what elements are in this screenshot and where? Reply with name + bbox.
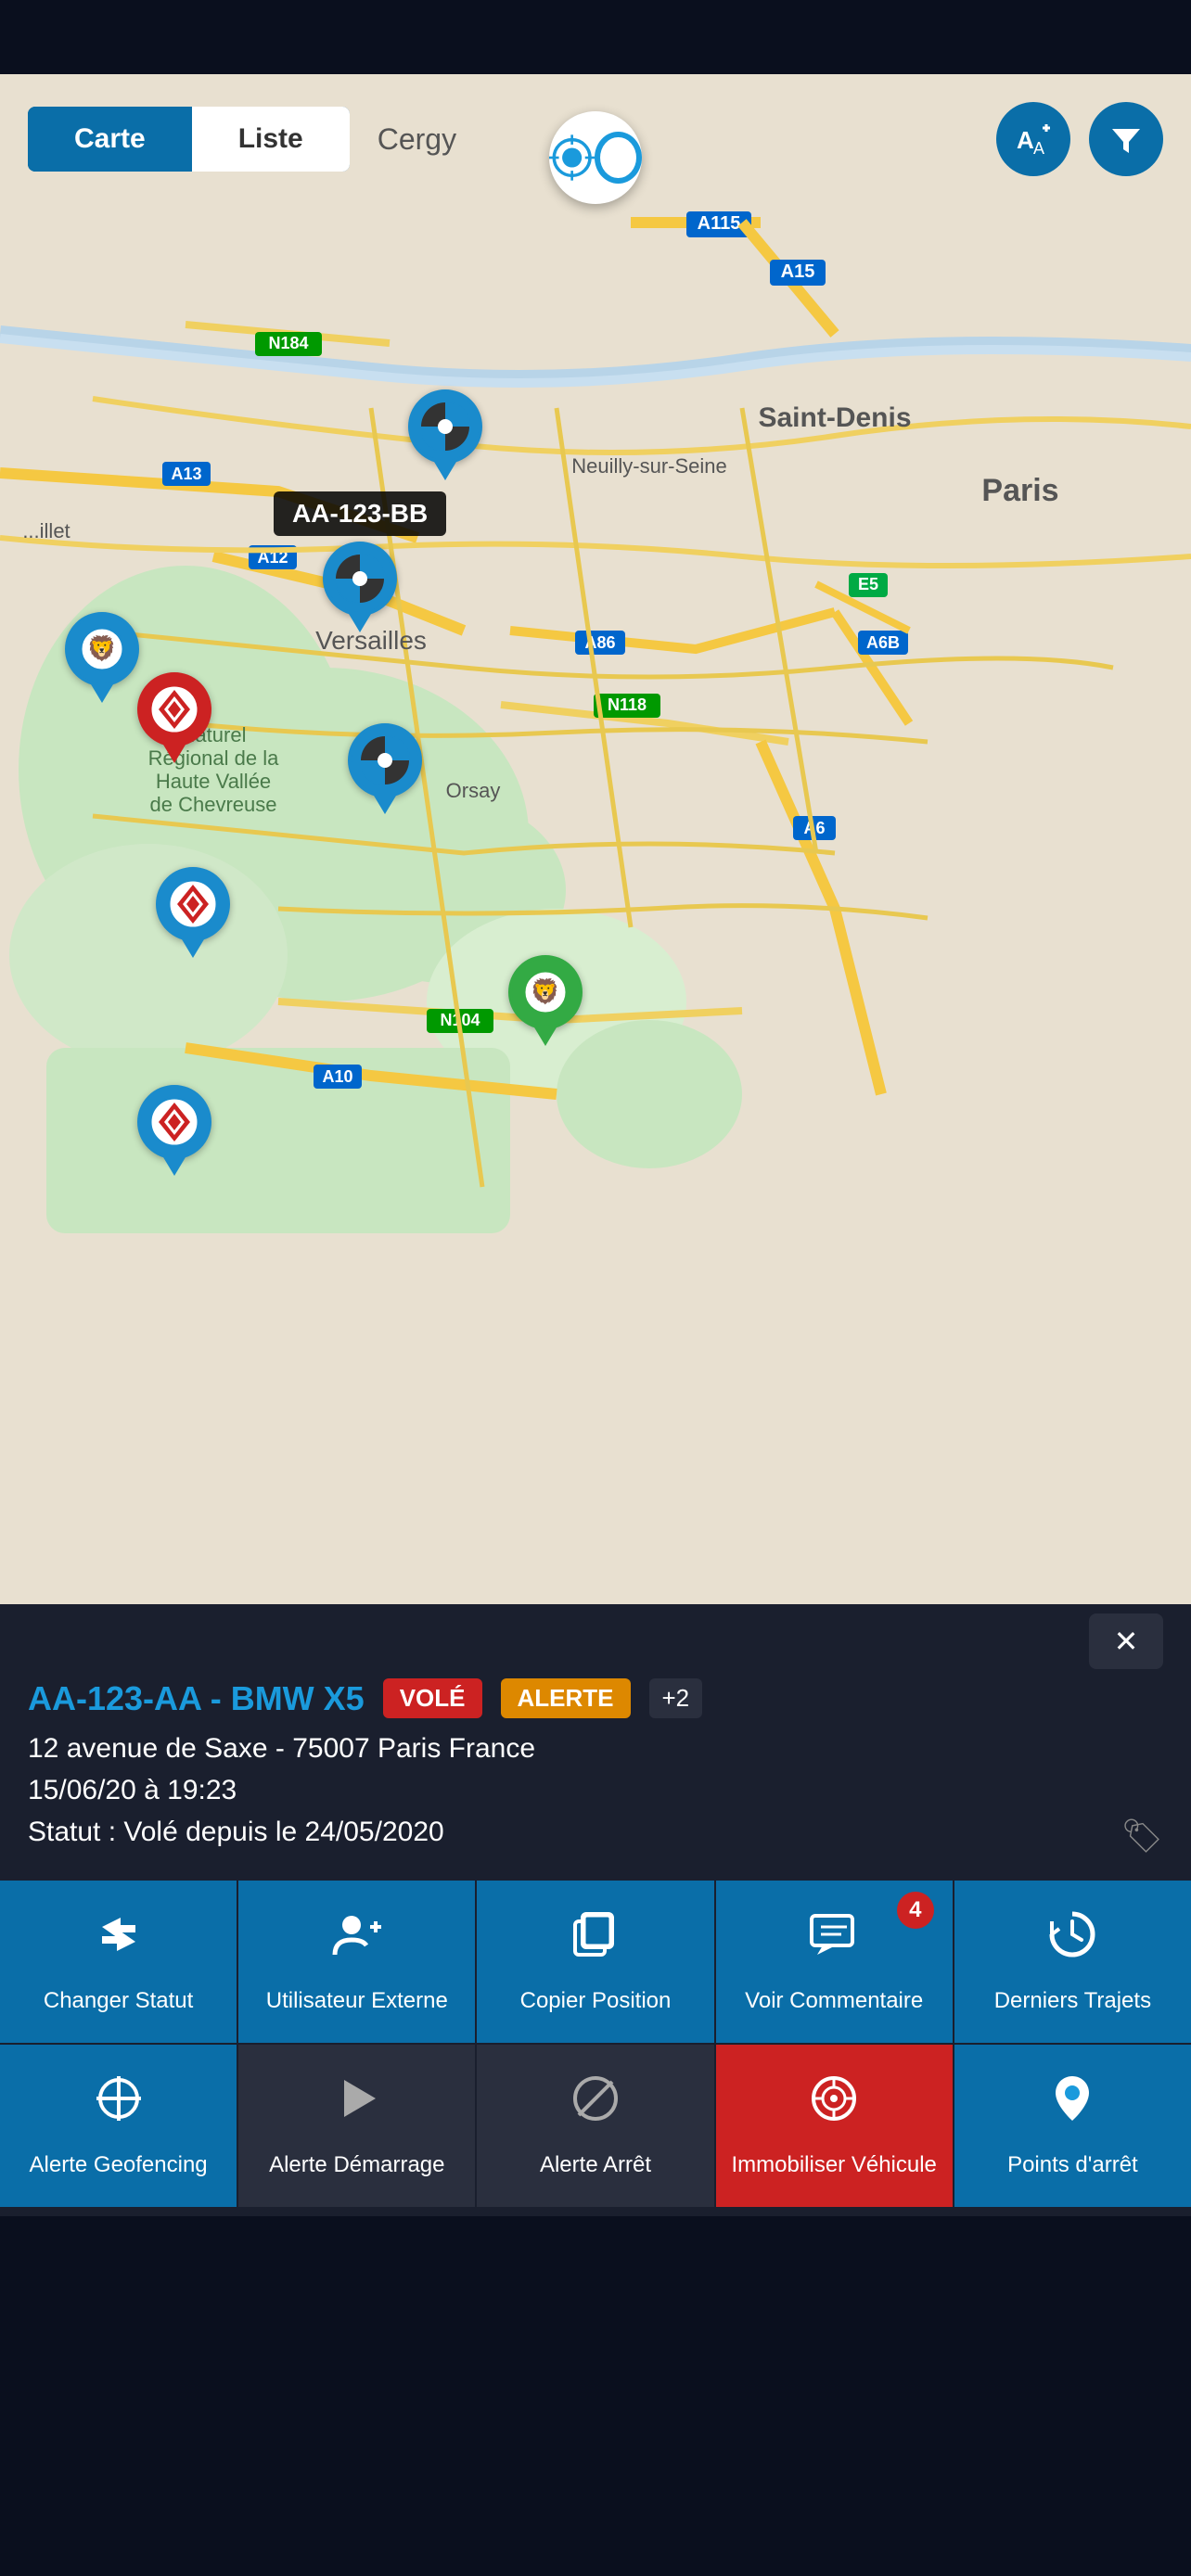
map-pin-bmw1[interactable]: [408, 389, 482, 480]
svg-text:🦁: 🦁: [531, 977, 560, 1005]
alerte-arret-icon: [570, 2072, 621, 2136]
vehicle-info: AA-123-AA - BMW X5 VOLÉ ALERTE +2 12 ave…: [0, 1669, 1191, 1871]
svg-text:de Chevreuse: de Chevreuse: [150, 793, 277, 816]
tab-carte[interactable]: Carte: [28, 107, 192, 172]
bottom-panel: ✕ AA-123-AA - BMW X5 VOLÉ ALERTE +2 12 a…: [0, 1604, 1191, 2216]
alerte-demarrage-icon: [331, 2072, 383, 2136]
close-button[interactable]: ✕: [1089, 1613, 1163, 1669]
commentaire-badge: 4: [897, 1892, 934, 1929]
map-pin-peugeot2[interactable]: 🦁: [508, 955, 583, 1046]
svg-text:Haute Vallée: Haute Vallée: [156, 770, 271, 793]
alerte-geofencing-icon: [93, 2072, 145, 2136]
svg-text:...illet: ...illet: [22, 519, 70, 542]
derniers-trajets-label: Derniers Trajets: [994, 1986, 1151, 2015]
action-utilisateur-externe[interactable]: Utilisateur Externe: [238, 1881, 475, 2043]
svg-text:N184: N184: [268, 334, 308, 352]
action-derniers-trajets[interactable]: Derniers Trajets: [954, 1881, 1191, 2043]
view-tab-group: Carte Liste: [28, 107, 350, 172]
map-pin-renault3[interactable]: [137, 1085, 211, 1176]
map-pin-renault2[interactable]: [156, 867, 230, 958]
alerte-arret-label: Alerte Arrêt: [540, 2150, 651, 2179]
map-right-controls: A A: [996, 102, 1163, 176]
status-bar: [0, 0, 1191, 74]
map-container: A115 A15 N184 A13 A12 A86 A6B E5 N118: [0, 74, 1191, 1604]
copier-position-icon: [570, 1908, 621, 1971]
vehicle-title-row: AA-123-AA - BMW X5 VOLÉ ALERTE +2: [28, 1678, 1163, 1718]
map-pin-bmw3[interactable]: [348, 723, 422, 814]
tab-liste[interactable]: Liste: [192, 107, 350, 172]
action-changer-statut[interactable]: Changer Statut: [0, 1881, 237, 2043]
action-voir-commentaire[interactable]: 4 Voir Commentaire: [716, 1881, 953, 2043]
action-immobiliser-vehicule[interactable]: Immobiliser Véhicule: [716, 2045, 953, 2207]
map-city-label: Cergy: [378, 122, 456, 157]
vehicle-address-line1: 12 avenue de Saxe - 75007 Paris France: [28, 1733, 535, 1764]
svg-text:🦁: 🦁: [87, 634, 117, 662]
vehicle-name: AA-123-AA - BMW X5: [28, 1679, 365, 1718]
badge-alerte: ALERTE: [501, 1678, 631, 1718]
svg-text:A: A: [1017, 126, 1034, 154]
utilisateur-externe-icon: [331, 1908, 383, 1971]
svg-text:Saint-Denis: Saint-Denis: [758, 402, 911, 433]
action-alerte-geofencing[interactable]: Alerte Geofencing: [0, 2045, 237, 2207]
derniers-trajets-icon: [1046, 1908, 1098, 1971]
map-background: A115 A15 N184 A13 A12 A86 A6B E5 N118: [0, 74, 1191, 1604]
svg-text:Orsay: Orsay: [446, 779, 501, 802]
tag-icon: 🏷: [1121, 1811, 1163, 1861]
voir-commentaire-label: Voir Commentaire: [745, 1986, 923, 2015]
immobiliser-vehicule-label: Immobiliser Véhicule: [731, 2150, 936, 2179]
action-copier-position[interactable]: Copier Position: [477, 1881, 713, 2043]
svg-text:A115: A115: [698, 213, 741, 234]
points-arret-label: Points d'arrêt: [1007, 2150, 1138, 2179]
close-btn-row: ✕: [0, 1604, 1191, 1669]
pin-label-aa123bb: AA-123-BB: [274, 491, 446, 536]
voir-commentaire-icon: [808, 1908, 860, 1971]
immobiliser-vehicule-icon: [808, 2072, 860, 2136]
svg-text:A10: A10: [322, 1067, 352, 1086]
svg-text:Neuilly-sur-Seine: Neuilly-sur-Seine: [571, 454, 727, 478]
svg-text:A6B: A6B: [866, 633, 900, 652]
svg-text:A15: A15: [781, 261, 815, 282]
action-alerte-arret[interactable]: Alerte Arrêt: [477, 2045, 713, 2207]
font-size-button[interactable]: A A: [996, 102, 1070, 176]
action-alerte-demarrage[interactable]: Alerte Démarrage: [238, 2045, 475, 2207]
svg-text:E5: E5: [858, 575, 878, 593]
points-arret-icon: [1046, 2072, 1098, 2136]
vehicle-statut: Statut : Volé depuis le 24/05/2020: [28, 1817, 444, 1847]
location-center-button[interactable]: [549, 111, 642, 204]
alerte-demarrage-label: Alerte Démarrage: [269, 2150, 444, 2179]
svg-text:A: A: [1033, 139, 1044, 158]
action-grid: Changer Statut Utilisateur Externe: [0, 1871, 1191, 2216]
utilisateur-externe-label: Utilisateur Externe: [266, 1986, 448, 2015]
svg-text:A13: A13: [171, 465, 201, 483]
svg-text:Paris: Paris: [981, 473, 1058, 508]
action-points-arret[interactable]: Points d'arrêt: [954, 2045, 1191, 2207]
vehicle-datetime: 15/06/20 à 19:23: [28, 1775, 237, 1805]
changer-statut-icon: [93, 1908, 145, 1971]
map-pin-peugeot1[interactable]: 🦁: [65, 612, 139, 703]
map-pin-renault1[interactable]: [137, 672, 211, 763]
vehicle-address: 12 avenue de Saxe - 75007 Paris France 1…: [28, 1728, 1163, 1853]
alerte-geofencing-label: Alerte Geofencing: [30, 2150, 208, 2179]
svg-text:N118: N118: [608, 695, 647, 714]
badge-vole: VOLÉ: [383, 1678, 482, 1718]
copier-position-label: Copier Position: [520, 1986, 672, 2015]
changer-statut-label: Changer Statut: [44, 1986, 193, 2015]
map-pin-bmw2[interactable]: AA-123-BB: [274, 491, 446, 632]
filter-button[interactable]: [1089, 102, 1163, 176]
badge-count: +2: [649, 1678, 703, 1718]
